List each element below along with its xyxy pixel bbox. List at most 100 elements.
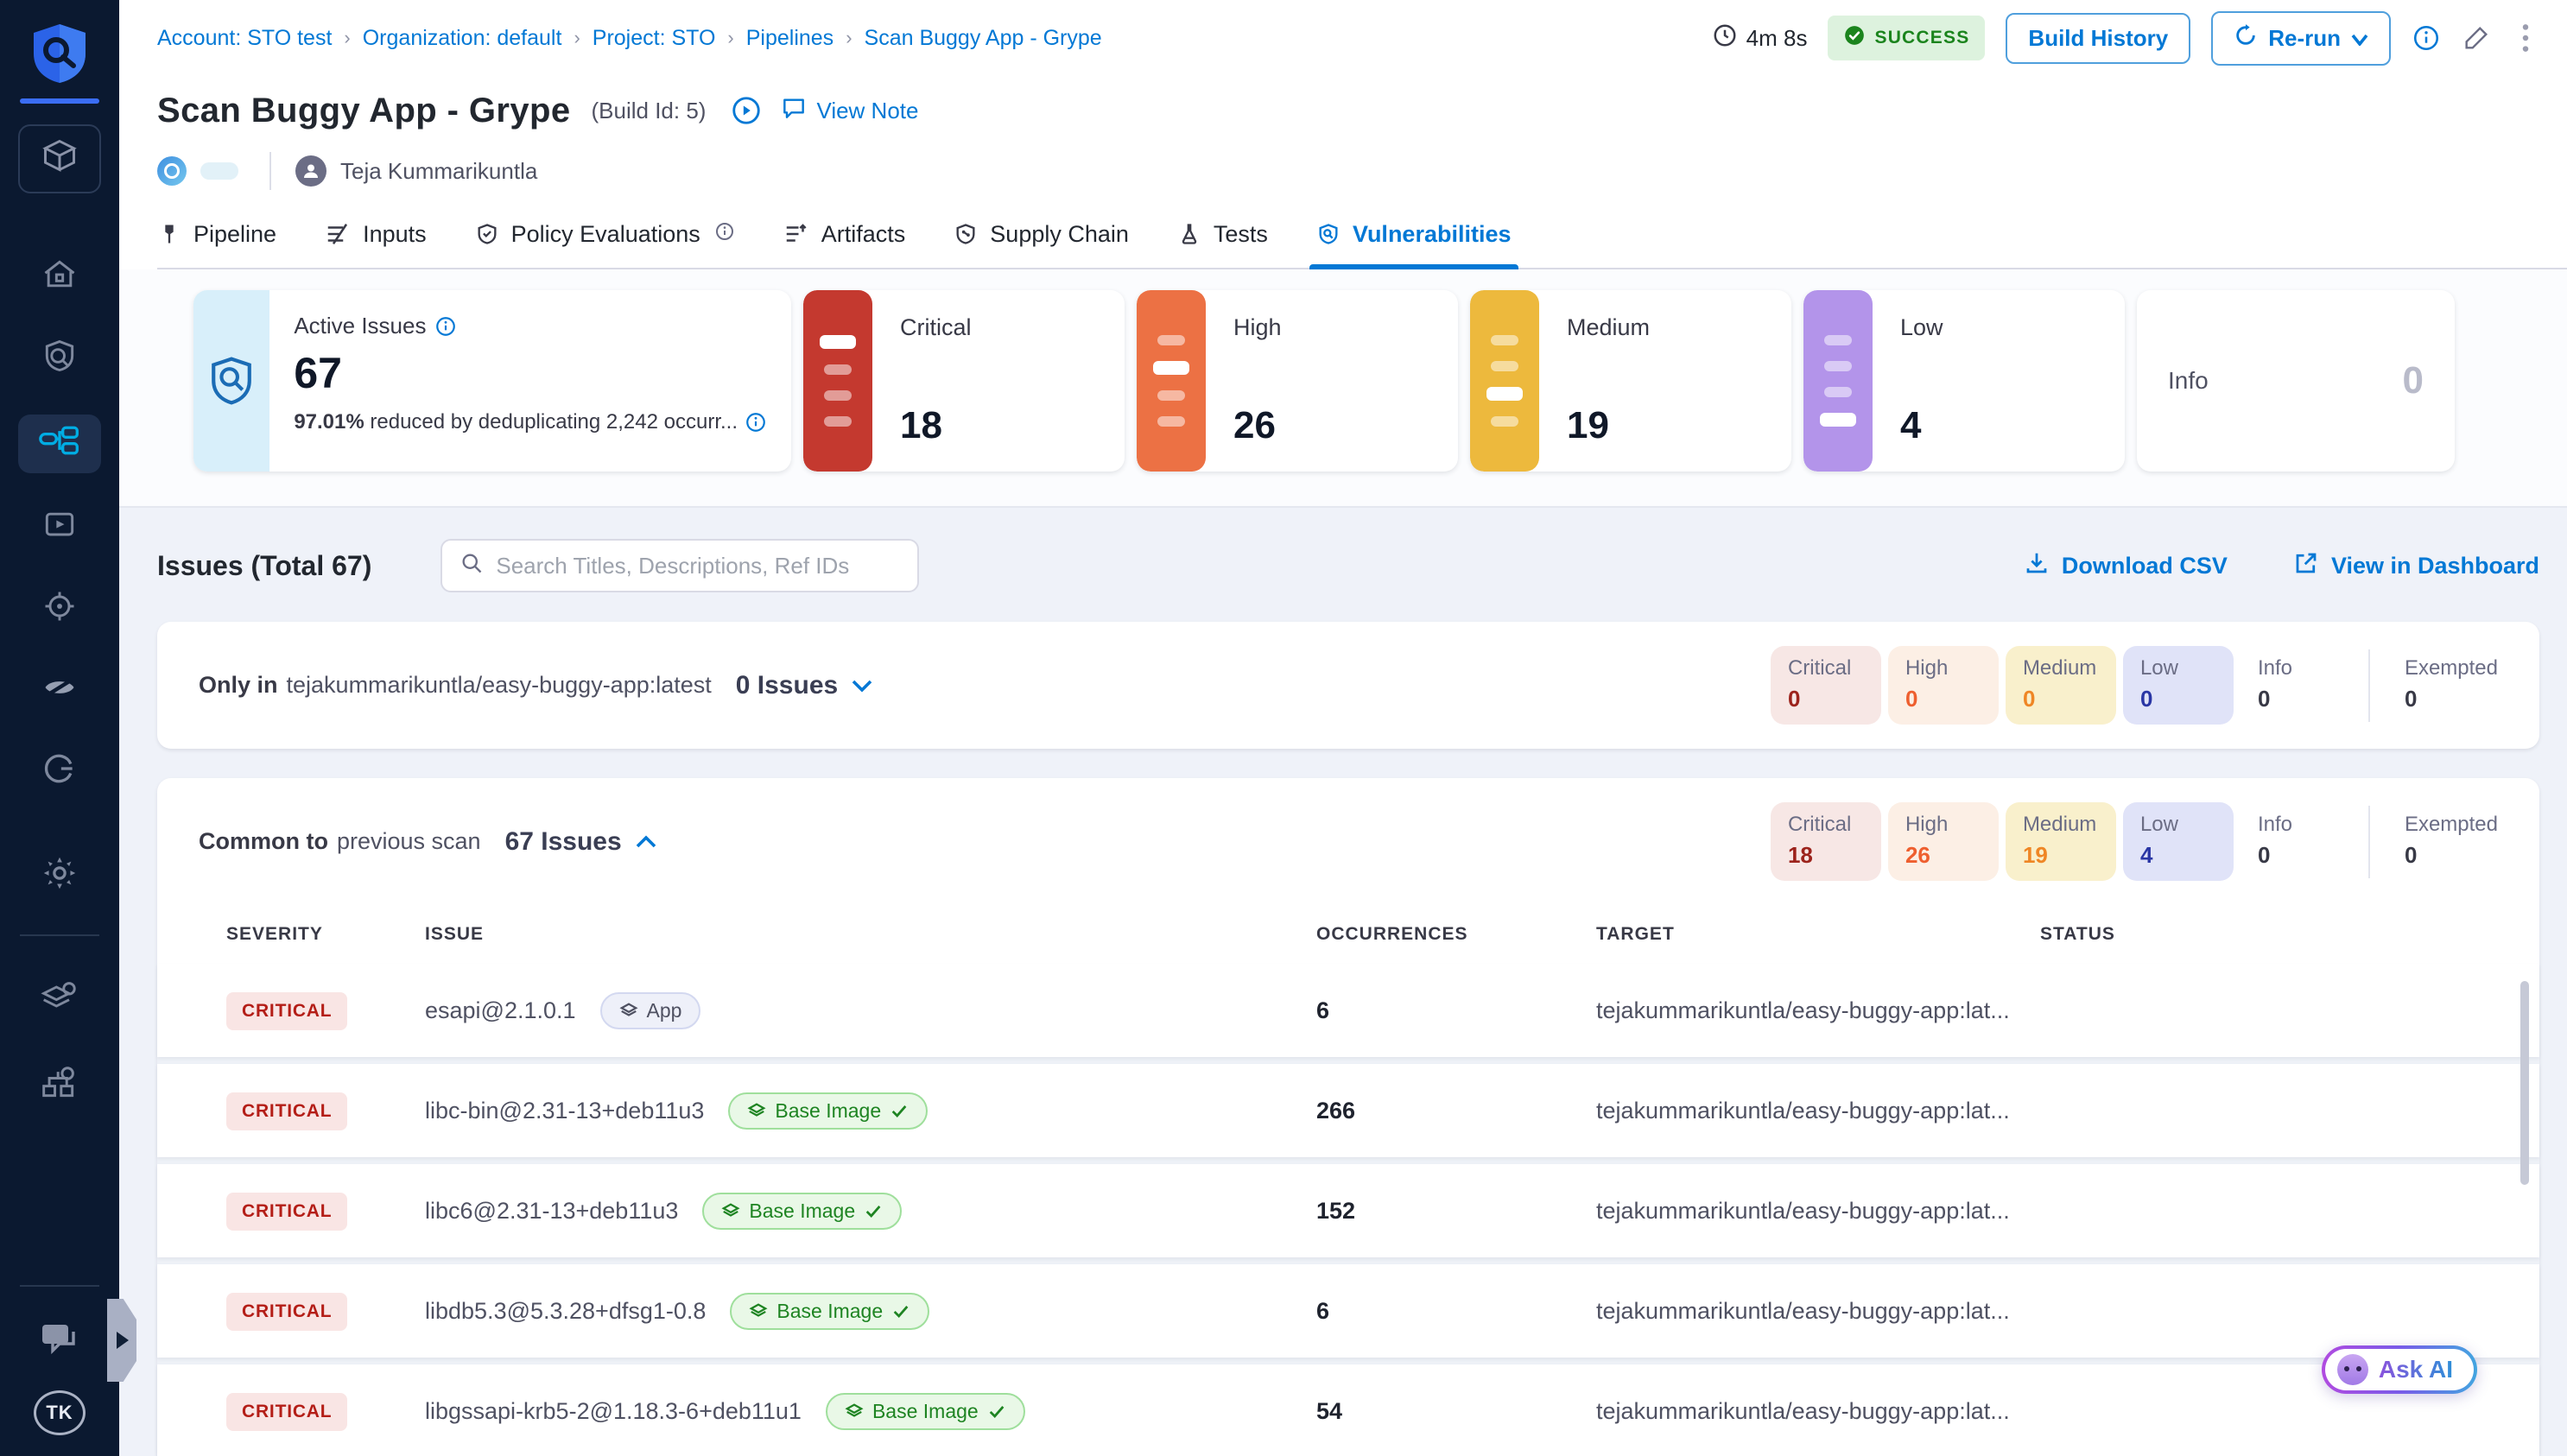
group-count-toggle[interactable]: 0 Issues (736, 671, 872, 700)
occurrences: 266 (1316, 1098, 1596, 1124)
sidebar-item-home[interactable] (18, 252, 101, 304)
search-input[interactable] (496, 553, 900, 579)
sidebar-item-executions[interactable] (18, 503, 101, 554)
app-root: ? TK Account: STO test› Organization: de… (0, 0, 2567, 1456)
tab-artifacts[interactable]: Artifacts (783, 200, 906, 268)
expand-arrow-icon (117, 1332, 129, 1349)
high-card: High26 (1137, 290, 1458, 472)
active-issues-card: Active Issues 67 97.01% reduced by dedup… (193, 290, 791, 472)
table-row[interactable]: CRITICAL libc-bin@2.31-13+deb11u3 Base I… (157, 1064, 2539, 1157)
severity-pills: Critical18 High26 Medium19 Low4 Info0 Ex… (1771, 802, 2515, 881)
base-image-tag: Base Image (702, 1193, 902, 1230)
issues-search[interactable] (441, 539, 919, 592)
build-history-button[interactable]: Build History (2006, 13, 2190, 64)
low-value: 4 (1900, 404, 1943, 447)
rerun-button[interactable]: Re-run (2211, 11, 2391, 66)
group-count-toggle[interactable]: 67 Issues (505, 827, 656, 857)
issue-name: esapi@2.1.0.1 (425, 997, 576, 1024)
pill-divider (2368, 806, 2370, 878)
header-actions: 4m 8s SUCCESS Build History Re-run (1712, 11, 2539, 66)
breadcrumb-account[interactable]: Account: STO test (157, 26, 332, 51)
critical-card: Critical18 (803, 290, 1125, 472)
sidebar-divider (20, 934, 99, 936)
tab-supply-chain[interactable]: Supply Chain (954, 200, 1129, 268)
sidebar-item-exemptions[interactable] (18, 665, 101, 717)
breadcrumb-organization[interactable]: Organization: default (363, 26, 562, 51)
tab-tests[interactable]: Tests (1177, 200, 1268, 268)
breadcrumb-project[interactable]: Project: STO (593, 26, 716, 51)
issues-table-body: CRITICAL esapi@2.1.0.1 App 6 tejakummari… (157, 964, 2539, 1456)
target: tejakummarikuntla/easy-buggy-app:lat... (1596, 1298, 2040, 1325)
sidebar-item-settings[interactable] (40, 853, 79, 900)
pill-medium: Medium19 (2006, 802, 2116, 881)
issue-name: libc-bin@2.31-13+deb11u3 (425, 1098, 704, 1124)
sidebar-item-pipelines[interactable] (18, 415, 101, 473)
supply-chain-tab-icon (954, 221, 978, 247)
occurrences: 6 (1316, 997, 1596, 1024)
sidebar-item-targets[interactable] (18, 584, 101, 636)
group-only-in: Only intejakummarikuntla/easy-buggy-app:… (157, 622, 2539, 749)
sidebar-nav-secondary (18, 974, 101, 1112)
table-scrollbar[interactable] (2520, 981, 2529, 1185)
cube-icon (41, 136, 79, 181)
critical-label: Critical (900, 314, 972, 341)
user-icon (295, 155, 326, 187)
build-duration: 4m 8s (1712, 22, 1808, 54)
issues-section: Issues (Total 67) Download CSV View in D… (119, 508, 2567, 1456)
table-row[interactable]: CRITICAL libc6@2.31-13+deb11u3 Base Imag… (157, 1164, 2539, 1257)
table-row[interactable]: CRITICAL libdb5.3@5.3.28+dfsg1-0.8 Base … (157, 1264, 2539, 1358)
more-options-button[interactable] (2512, 22, 2539, 54)
view-note-link[interactable]: View Note (780, 94, 918, 128)
severity-pills: Critical0 High0 Medium0 Low0 Info0 Exemp… (1771, 646, 2515, 725)
inputs-tab-icon (325, 221, 351, 247)
occurrences: 54 (1316, 1398, 1596, 1425)
tab-inputs[interactable]: Inputs (325, 200, 427, 268)
base-image-tag: Base Image (728, 1092, 928, 1130)
sidebar-item-environments[interactable] (18, 974, 101, 1026)
tab-policy-evaluations[interactable]: Policy Evaluations (475, 200, 735, 268)
table-row[interactable]: CRITICAL libgssapi-krb5-2@1.18.3-6+deb11… (157, 1364, 2539, 1456)
active-issues-label: Active Issues (294, 313, 767, 339)
pill-medium: Medium0 (2006, 646, 2116, 725)
stage-status-icon[interactable] (157, 156, 187, 186)
view-in-dashboard-link[interactable]: View in Dashboard (2293, 550, 2539, 582)
sidebar-item-getting-started[interactable] (18, 746, 101, 798)
occurrences: 6 (1316, 1298, 1596, 1325)
main-content: Account: STO test› Organization: default… (119, 0, 2567, 1456)
replay-icon[interactable] (730, 94, 763, 127)
search-icon (460, 550, 484, 582)
author-name: Teja Kummarikuntla (340, 158, 537, 185)
severity-meter-critical (803, 290, 872, 472)
svg-text:?: ? (51, 1326, 60, 1344)
edit-pipeline-button[interactable] (2462, 23, 2491, 53)
table-row[interactable]: CRITICAL esapi@2.1.0.1 App 6 tejakummari… (157, 964, 2539, 1057)
pill-exempted: Exempted0 (2387, 802, 2515, 881)
ask-ai-button[interactable]: Ask AI (2322, 1345, 2477, 1394)
tab-pipeline[interactable]: Pipeline (157, 200, 276, 268)
info-icon[interactable] (745, 411, 767, 434)
chevron-down-icon (2351, 25, 2368, 52)
issues-section-title: Issues (Total 67) (157, 550, 371, 582)
info-button[interactable] (2412, 23, 2441, 53)
sidebar-bottom: ? TK (0, 1285, 119, 1456)
help-chat-icon: ? (37, 1334, 82, 1365)
base-image-tag: Base Image (826, 1393, 1025, 1430)
sidebar-item-infrastructure[interactable] (18, 1060, 101, 1112)
breadcrumb-current[interactable]: Scan Buggy App - Grype (865, 26, 1102, 51)
low-card: Low4 (1803, 290, 2125, 472)
tab-vulnerabilities[interactable]: Vulnerabilities (1316, 200, 1512, 268)
severity-badge: CRITICAL (226, 992, 347, 1030)
column-status: STATUS (2040, 924, 2539, 945)
sidebar-item-overview[interactable] (18, 333, 101, 385)
help-button[interactable]: ? (37, 1318, 82, 1366)
home-icon (41, 256, 79, 301)
external-link-icon (2293, 550, 2319, 582)
breadcrumb-pipelines[interactable]: Pipelines (746, 26, 833, 51)
severity-badge: CRITICAL (226, 1092, 347, 1130)
download-csv-link[interactable]: Download CSV (2024, 550, 2228, 582)
high-label: High (1233, 314, 1282, 341)
user-avatar[interactable]: TK (34, 1390, 86, 1435)
severity-badge: CRITICAL (226, 1293, 347, 1331)
module-selector-button[interactable] (18, 124, 101, 193)
info-icon[interactable] (434, 315, 457, 338)
